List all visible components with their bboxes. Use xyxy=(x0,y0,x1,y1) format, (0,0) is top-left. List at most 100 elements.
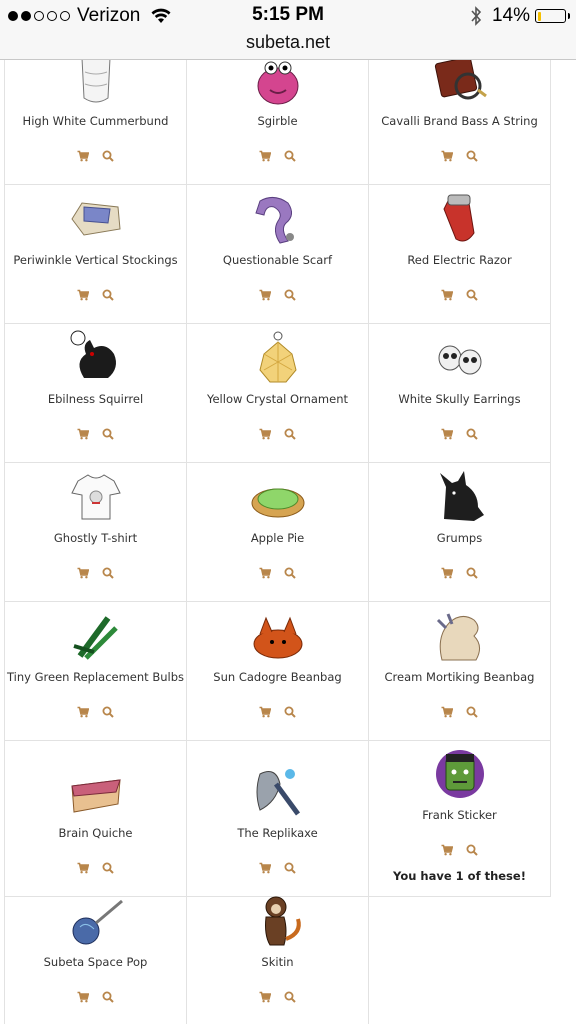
search-icon[interactable] xyxy=(466,566,478,579)
item-card[interactable]: Skitin xyxy=(186,896,369,1024)
search-icon[interactable] xyxy=(284,566,296,579)
item-card[interactable]: Ebilness Squirrel xyxy=(4,323,187,463)
shop-cart-icon[interactable] xyxy=(441,427,454,440)
item-card[interactable]: Cream Mortiking Beanbag xyxy=(368,601,551,741)
item-name[interactable]: Ebilness Squirrel xyxy=(5,392,186,406)
shop-cart-icon[interactable] xyxy=(77,288,90,301)
green-bulbs-icon xyxy=(72,616,118,660)
item-actions xyxy=(369,149,550,162)
search-icon[interactable] xyxy=(284,990,296,1003)
item-card[interactable]: Subeta Space Pop xyxy=(4,896,187,1024)
item-name[interactable]: Skitin xyxy=(187,955,368,969)
bass-string-icon xyxy=(434,60,487,100)
crystal-ornament-icon xyxy=(258,331,297,383)
item-name[interactable]: The Replikaxe xyxy=(187,826,368,840)
tshirt-icon xyxy=(70,474,121,520)
bluetooth-icon xyxy=(471,6,482,26)
search-icon[interactable] xyxy=(466,427,478,440)
item-actions xyxy=(5,149,186,162)
search-icon[interactable] xyxy=(284,861,296,874)
item-name[interactable]: Ghostly T-shirt xyxy=(5,531,186,545)
shop-cart-icon[interactable] xyxy=(77,149,90,162)
item-card[interactable]: Periwinkle Vertical Stockings xyxy=(4,184,187,324)
search-icon[interactable] xyxy=(102,990,114,1003)
item-card[interactable]: Apple Pie xyxy=(186,462,369,602)
item-card[interactable]: Questionable Scarf xyxy=(186,184,369,324)
item-name[interactable]: Yellow Crystal Ornament xyxy=(187,392,368,406)
item-card[interactable]: The Replikaxe xyxy=(186,740,369,897)
url-bar[interactable]: subeta.net xyxy=(0,32,576,60)
shop-cart-icon[interactable] xyxy=(441,288,454,301)
item-card[interactable]: White Skully Earrings xyxy=(368,323,551,463)
item-name[interactable]: White Skully Earrings xyxy=(369,392,550,406)
shop-cart-icon[interactable] xyxy=(77,990,90,1003)
shop-cart-icon[interactable] xyxy=(259,861,272,874)
item-card[interactable]: Sun Cadogre Beanbag xyxy=(186,601,369,741)
skull-earrings-icon xyxy=(438,345,481,375)
axe-icon xyxy=(256,769,300,816)
search-icon[interactable] xyxy=(284,427,296,440)
shop-cart-icon[interactable] xyxy=(259,427,272,440)
search-icon[interactable] xyxy=(466,705,478,718)
shop-cart-icon[interactable] xyxy=(77,705,90,718)
item-name[interactable]: Red Electric Razor xyxy=(369,253,550,267)
item-card[interactable]: Yellow Crystal Ornament xyxy=(186,323,369,463)
item-actions xyxy=(369,566,550,579)
item-name[interactable]: Tiny Green Replacement Bulbs xyxy=(5,670,186,684)
item-name[interactable]: Apple Pie xyxy=(187,531,368,545)
item-name[interactable]: Brain Quiche xyxy=(5,826,186,840)
search-icon[interactable] xyxy=(102,861,114,874)
item-card[interactable]: Tiny Green Replacement Bulbs xyxy=(4,601,187,741)
shop-cart-icon[interactable] xyxy=(77,861,90,874)
item-card[interactable]: High White Cummerbund xyxy=(4,60,187,185)
shop-cart-icon[interactable] xyxy=(441,566,454,579)
pink-creature-icon xyxy=(257,61,298,105)
item-name[interactable]: Questionable Scarf xyxy=(187,253,368,267)
item-card[interactable]: Grumps xyxy=(368,462,551,602)
search-icon[interactable] xyxy=(102,566,114,579)
shop-cart-icon[interactable] xyxy=(259,149,272,162)
item-card[interactable]: Cavalli Brand Bass A String xyxy=(368,60,551,185)
shop-cart-icon[interactable] xyxy=(441,843,454,856)
item-actions xyxy=(5,566,186,579)
item-actions xyxy=(369,843,550,856)
shop-cart-icon[interactable] xyxy=(259,288,272,301)
item-name[interactable]: Subeta Space Pop xyxy=(5,955,186,969)
search-icon[interactable] xyxy=(102,427,114,440)
item-card[interactable]: Frank Sticker You have 1 of these! xyxy=(368,740,551,897)
url-text: subeta.net xyxy=(245,32,331,52)
item-name[interactable]: Cream Mortiking Beanbag xyxy=(369,670,550,684)
item-card[interactable]: Red Electric Razor xyxy=(368,184,551,324)
item-name[interactable]: Sgirble xyxy=(187,114,368,128)
item-name[interactable]: Frank Sticker xyxy=(369,808,550,822)
search-icon[interactable] xyxy=(284,705,296,718)
search-icon[interactable] xyxy=(466,843,478,856)
item-actions xyxy=(187,705,368,718)
search-icon[interactable] xyxy=(466,288,478,301)
item-name[interactable]: Sun Cadogre Beanbag xyxy=(187,670,368,684)
search-icon[interactable] xyxy=(284,149,296,162)
search-icon[interactable] xyxy=(102,288,114,301)
shop-cart-icon[interactable] xyxy=(259,705,272,718)
search-icon[interactable] xyxy=(102,149,114,162)
item-card[interactable]: Sgirble xyxy=(186,60,369,185)
search-icon[interactable] xyxy=(284,288,296,301)
shop-cart-icon[interactable] xyxy=(259,566,272,579)
item-name[interactable]: Periwinkle Vertical Stockings xyxy=(5,253,186,267)
item-card[interactable]: Brain Quiche xyxy=(4,740,187,897)
electric-razor-icon xyxy=(442,194,475,242)
shop-cart-icon[interactable] xyxy=(259,990,272,1003)
shop-cart-icon[interactable] xyxy=(441,149,454,162)
item-name[interactable]: Cavalli Brand Bass A String xyxy=(369,114,550,128)
search-icon[interactable] xyxy=(466,149,478,162)
shop-cart-icon[interactable] xyxy=(441,705,454,718)
item-name[interactable]: High White Cummerbund xyxy=(5,114,186,128)
item-name[interactable]: Grumps xyxy=(369,531,550,545)
search-icon[interactable] xyxy=(102,705,114,718)
shop-cart-icon[interactable] xyxy=(77,566,90,579)
item-actions xyxy=(369,705,550,718)
stockings-box-icon xyxy=(70,202,121,236)
item-card[interactable]: Ghostly T-shirt xyxy=(4,462,187,602)
quiche-slice-icon xyxy=(70,779,121,813)
shop-cart-icon[interactable] xyxy=(77,427,90,440)
